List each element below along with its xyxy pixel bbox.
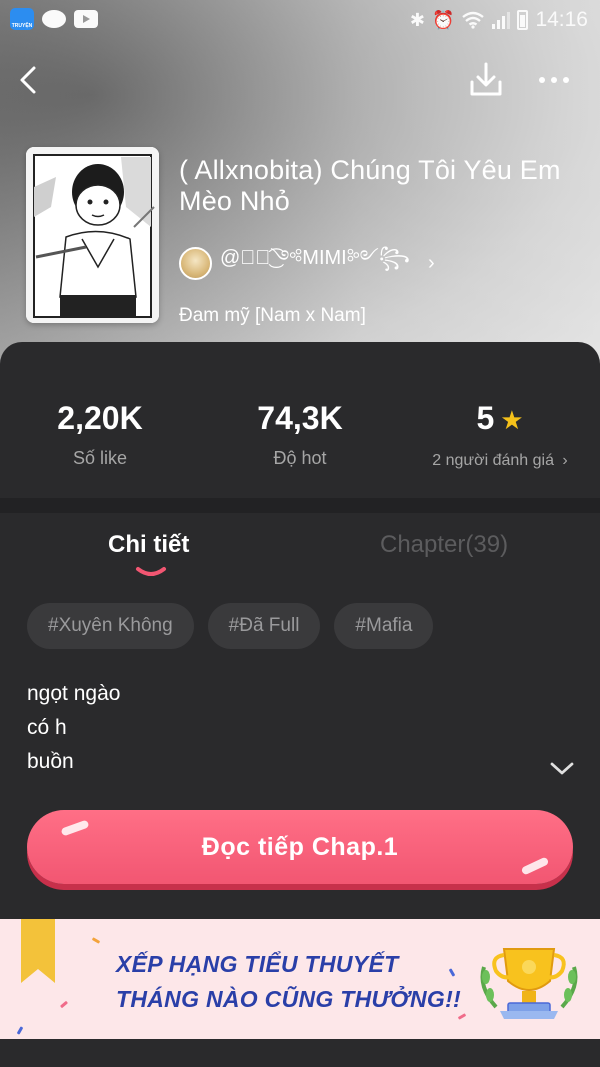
back-icon bbox=[20, 66, 36, 94]
download-button[interactable] bbox=[466, 58, 506, 102]
signal-icon bbox=[492, 11, 511, 29]
youtube-notification-icon bbox=[74, 10, 98, 28]
author-name: @ꦿ⃟͜͡༺MIMI༻꧂ bbox=[220, 247, 410, 269]
tag-list: #Xuyên Không #Đã Full #Mafia bbox=[27, 603, 434, 649]
download-icon bbox=[470, 62, 502, 96]
story-genre: Đam mỹ [Nam x Nam] bbox=[179, 305, 366, 326]
more-options-button[interactable] bbox=[530, 62, 578, 98]
chevron-down-icon[interactable] bbox=[548, 754, 576, 782]
banner-text: XẾP HẠNG TIỂU THUYẾT THÁNG NÀO CŨNG THƯỞ… bbox=[116, 947, 461, 1017]
story-info: ( Allxnobita) Chúng Tôi Yêu Em Mèo Nhỏ @… bbox=[179, 155, 579, 327]
clock: 14:16 bbox=[535, 8, 588, 31]
bookmark-icon bbox=[21, 919, 55, 983]
rating-label-row: 2 người đánh giá › bbox=[400, 452, 600, 470]
alarm-icon: ⏰ bbox=[432, 9, 455, 30]
back-button[interactable] bbox=[10, 60, 46, 100]
wifi-icon bbox=[462, 11, 485, 29]
button-highlight bbox=[60, 819, 90, 837]
tab-details[interactable]: Chi tiết bbox=[108, 531, 189, 559]
tab-bar: Chi tiết Chapter(39) bbox=[0, 513, 600, 583]
rating-label: 2 người đánh giá bbox=[432, 452, 554, 469]
battery-icon bbox=[517, 10, 529, 30]
hot-stat: 74,3K Độ hot bbox=[200, 398, 400, 469]
author-link[interactable]: @ꦿ⃟͜͡༺MIMI༻꧂ › bbox=[179, 235, 579, 291]
chevron-right-icon: › bbox=[427, 251, 435, 274]
continue-reading-button[interactable]: Đọc tiếp Chap.1 bbox=[27, 810, 573, 884]
bluetooth-icon: ✱ bbox=[409, 9, 426, 30]
story-cover[interactable] bbox=[26, 147, 159, 323]
story-title: ( Allxnobita) Chúng Tôi Yêu Em Mèo Nhỏ bbox=[179, 155, 561, 216]
likes-label: Số like bbox=[72, 448, 128, 468]
confetti bbox=[16, 1026, 24, 1035]
rating-value-row: 5 ★ bbox=[400, 398, 600, 440]
chat-notification-icon bbox=[42, 10, 66, 28]
cover-illustration bbox=[26, 147, 159, 323]
app-notification-icon: TRUYỆN bbox=[10, 8, 34, 30]
author-avatar bbox=[179, 246, 212, 280]
description-line: có h bbox=[27, 716, 67, 739]
rating-stat[interactable]: 5 ★ 2 người đánh giá › bbox=[400, 398, 600, 470]
hot-label: Độ hot bbox=[273, 448, 327, 468]
likes-value: 2,20K bbox=[57, 400, 143, 436]
trophy-icon bbox=[480, 948, 578, 1019]
chevron-right-icon: › bbox=[562, 452, 568, 469]
likes-stat: 2,20K Số like bbox=[0, 398, 200, 469]
more-icon bbox=[539, 77, 545, 83]
tab-indicator bbox=[136, 567, 166, 576]
tag-chip[interactable]: #Xuyên Không bbox=[27, 603, 194, 649]
confetti bbox=[91, 937, 101, 944]
hot-value: 74,3K bbox=[257, 400, 343, 436]
description-line: buồn bbox=[27, 750, 74, 773]
star-icon: ★ bbox=[500, 405, 524, 435]
section-divider bbox=[0, 498, 600, 513]
rating-value: 5 bbox=[476, 400, 495, 436]
description-line: ngọt ngào bbox=[27, 682, 121, 705]
details-panel: 2,20K Số like 74,3K Độ hot 5 ★ 2 người đá… bbox=[0, 342, 600, 1067]
button-highlight bbox=[520, 856, 550, 876]
status-bar: TRUYỆN ✱ ⏰ 14:16 bbox=[0, 0, 600, 40]
continue-reading-label: Đọc tiếp Chap.1 bbox=[201, 832, 399, 861]
banner-line: XẾP HẠNG TIỂU THUYẾT bbox=[116, 951, 399, 977]
ranking-banner[interactable]: XẾP HẠNG TIỂU THUYẾT THÁNG NÀO CŨNG THƯỞ… bbox=[0, 919, 600, 1039]
top-bar bbox=[0, 52, 600, 108]
stats-row: 2,20K Số like 74,3K Độ hot 5 ★ 2 người đá… bbox=[0, 342, 600, 498]
story-description: ngọt ngào có h buồn bbox=[27, 677, 120, 779]
tab-chapters[interactable]: Chapter(39) bbox=[380, 531, 508, 559]
tag-chip[interactable]: #Mafia bbox=[334, 603, 434, 649]
confetti bbox=[59, 1000, 69, 1009]
tag-chip[interactable]: #Đã Full bbox=[207, 603, 321, 649]
banner-line: THÁNG NÀO CŨNG THƯỞNG!! bbox=[116, 986, 462, 1012]
